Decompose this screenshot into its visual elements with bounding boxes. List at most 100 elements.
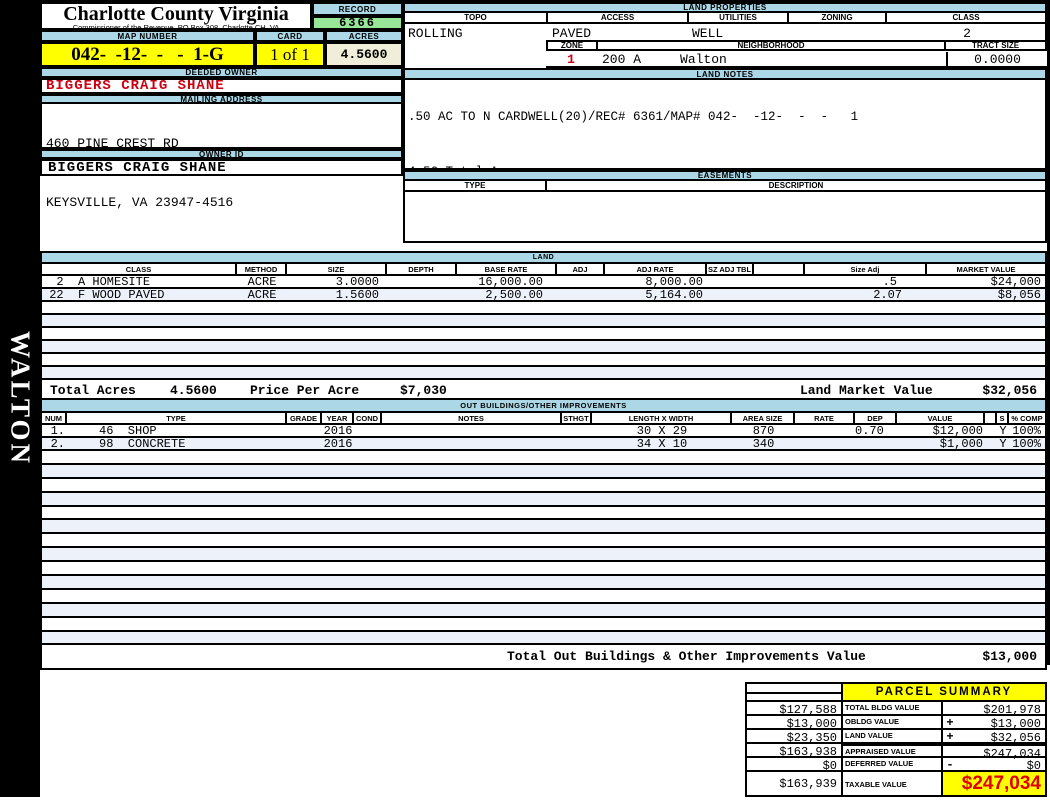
land-empty-row: [40, 367, 1047, 380]
land-note-line-1: .50 AC TO N CARDWELL(20)/REC# 6361/MAP# …: [408, 110, 859, 124]
ob-total-label: Total Out Buildings & Other Improvements…: [507, 649, 866, 665]
summary-row-total-bldg: $127,588 TOTAL BLDG VALUE $201,978: [747, 702, 1045, 717]
land-class: 2 A HOMESITE: [42, 274, 151, 289]
ob-empty-row: [40, 520, 1047, 535]
land-size-adj: 2.07: [873, 287, 902, 302]
district-sidebar: WALTON: [0, 0, 40, 797]
zoning-column-label: ZONING: [789, 13, 887, 22]
card-label: CARD: [255, 30, 325, 42]
card-value: 1 of 1: [255, 42, 325, 67]
owner-id-label: OWNER ID: [40, 149, 403, 159]
ob-area-size: 340: [752, 436, 775, 451]
land-col-base-rate: BASE RATE: [457, 264, 557, 274]
summary-operator: [943, 744, 957, 756]
land-col-adj: ADJ: [557, 264, 605, 274]
land-method: ACRE: [247, 274, 277, 289]
summary-label: LAND VALUE: [843, 730, 943, 742]
land-market-value: $24,000: [990, 274, 1041, 289]
ob-col-grade: GRADE: [287, 413, 322, 423]
neighborhood-column-label: NEIGHBORHOOD: [598, 41, 946, 50]
ob-value: $1,000: [939, 436, 983, 451]
land-empty-row: [40, 354, 1047, 367]
land-col-sz-adj-tbl: SZ ADJ TBL: [707, 264, 754, 274]
prior-value: $163,939: [747, 772, 843, 795]
easement-description-column-label: DESCRIPTION: [768, 181, 824, 190]
summary-value: $201,978: [983, 703, 1041, 717]
land-market-value: $8,056: [997, 287, 1041, 302]
ob-value: $12,000: [932, 423, 983, 438]
land-empty-row: [40, 341, 1047, 354]
ob-empty-row: [40, 617, 1047, 632]
ob-empty-row: [40, 506, 1047, 521]
ob-col-dep: DEP: [855, 413, 897, 423]
utilities-column-label: UTILITIES: [689, 13, 789, 22]
ob-pct-comp: 100%: [1012, 423, 1041, 438]
land-base-rate: 16,000.00: [478, 274, 543, 289]
summary-value: $247,034: [957, 744, 1045, 761]
price-per-acre-value: $7,030: [400, 383, 447, 398]
taxable-value-highlight: $247,034: [943, 772, 1045, 795]
deeded-owner-label: DEEDED OWNER: [40, 67, 403, 78]
summary-label: APPRAISED VALUE: [843, 744, 943, 756]
prior-value-header-cell: [747, 684, 843, 700]
summary-label: OBLDG VALUE: [843, 716, 943, 728]
land-adj-rate: 8,000.00: [645, 274, 703, 289]
land-method: ACRE: [247, 287, 277, 302]
land-col-size-adj: Size Adj: [805, 264, 927, 274]
access-value: PAVED: [552, 26, 592, 41]
summary-operator: [943, 702, 957, 714]
ob-length-width: 30 X 29: [636, 423, 688, 438]
tract-size-value: 0.0000: [946, 52, 1047, 69]
land-empty-row: [40, 328, 1047, 341]
zone-value: 1: [567, 52, 575, 67]
land-properties-header: LAND PROPERTIES: [403, 2, 1047, 13]
parcel-summary-title: PARCEL SUMMARY: [843, 684, 1045, 700]
summary-row-taxable: $163,939 TAXABLE VALUE $247,034: [747, 772, 1045, 795]
land-table: LAND CLASS METHOD SIZE DEPTH BASE RATE A…: [40, 251, 1047, 404]
ob-total-value: $13,000: [982, 649, 1037, 665]
ob-empty-row: [40, 478, 1047, 493]
tract-size-column-label: TRACT SIZE: [971, 41, 1020, 50]
ob-col-value: VALUE: [897, 413, 985, 423]
ob-empty-row: [40, 492, 1047, 507]
land-properties-column-headers: TOPO ACCESS UTILITIES ZONING CLASS: [403, 13, 1047, 24]
record-number: 6366: [312, 16, 403, 30]
land-row: 22 F WOOD PAVED ACRE 1.5600 2,500.00 5,1…: [40, 287, 1047, 302]
land-section-header: LAND: [40, 251, 1047, 264]
ob-empty-row: [40, 534, 1047, 549]
ob-empty-row: [40, 576, 1047, 590]
easement-type-column-label: TYPE: [405, 181, 547, 190]
total-acres-label: Total Acres: [50, 383, 136, 398]
land-empty-row: [40, 302, 1047, 315]
class-value: 2: [963, 26, 971, 41]
total-acres-value: 4.5600: [170, 383, 217, 398]
summary-label: TAXABLE VALUE: [843, 772, 943, 795]
ob-col-rate: RATE: [795, 413, 855, 423]
owner-id-value: BIGGERS CRAIG SHANE: [40, 159, 403, 176]
ob-empty-row: [40, 562, 1047, 577]
outbuilding-row: 2. 98 CONCRETE 2016 34 X 10 340 $1,000 Y…: [40, 436, 1047, 451]
neighborhood-value: 200 A Walton: [602, 52, 727, 67]
prior-value: $0: [747, 758, 843, 773]
mailing-address-box: 460 PINE CREST RD KEYSVILLE, VA 23947-45…: [40, 104, 403, 210]
easements-header: EASEMENTS: [403, 170, 1047, 181]
ob-year: 2016: [323, 423, 353, 438]
prior-value: $23,350: [747, 730, 843, 745]
district-label: WALTON: [5, 330, 36, 467]
summary-row-obldg: $13,000 OBLDG VALUE + $13,000: [747, 716, 1045, 731]
ob-type: 98 CONCRETE: [99, 436, 186, 451]
record-label: RECORD: [312, 2, 403, 16]
summary-value: $13,000: [990, 717, 1041, 731]
prior-value: $127,588: [747, 702, 843, 717]
easements-column-headers: TYPE DESCRIPTION: [403, 181, 1047, 192]
map-number-label: MAP NUMBER: [40, 30, 255, 42]
parcel-summary: PARCEL SUMMARY $127,588 TOTAL BLDG VALUE…: [745, 682, 1047, 797]
ob-dep: 0.70: [855, 423, 884, 438]
summary-row-deferred: $0 DEFERRED VALUE - $0: [747, 758, 1045, 773]
ob-empty-row: [40, 548, 1047, 563]
ob-num: 2.: [50, 436, 65, 451]
land-market-value-total: $32,056: [982, 383, 1037, 398]
topo-value: ROLLING: [408, 26, 463, 41]
outbuildings-table: OUT BUILDINGS/OTHER IMPROVEMENTS NUM TYP…: [40, 398, 1047, 671]
land-notes-header: LAND NOTES: [403, 68, 1047, 80]
